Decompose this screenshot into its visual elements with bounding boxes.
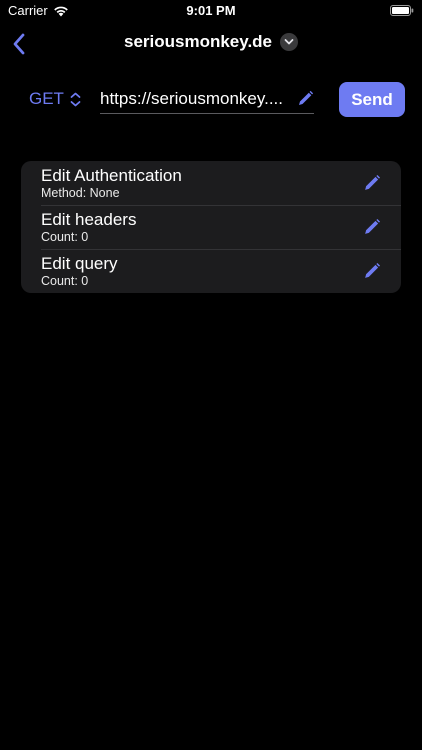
navigation-bar: seriousmonkey.de xyxy=(0,24,422,64)
method-label: GET xyxy=(29,89,64,108)
item-subtitle: Count: 0 xyxy=(41,274,89,288)
send-button[interactable]: Send xyxy=(339,82,405,117)
chevron-down-icon xyxy=(284,39,294,45)
pencil-icon[interactable] xyxy=(363,262,381,280)
item-subtitle: Count: 0 xyxy=(41,230,89,244)
pencil-icon[interactable] xyxy=(297,90,314,107)
url-value[interactable]: https://seriousmonkey.... xyxy=(100,89,290,109)
request-settings-list: Edit Authentication Method: None Edit he… xyxy=(21,161,401,293)
item-title: Edit query xyxy=(41,254,118,273)
list-item-edit-headers[interactable]: Edit headers Count: 0 xyxy=(21,205,401,249)
send-button-label: Send xyxy=(351,89,393,109)
nav-title: seriousmonkey.de xyxy=(123,32,273,51)
item-title: Edit Authentication xyxy=(41,166,182,185)
status-bar: Carrier 9:01 PM xyxy=(0,0,422,22)
item-title: Edit headers xyxy=(41,210,137,229)
pencil-icon[interactable] xyxy=(363,218,381,236)
url-field[interactable]: https://seriousmonkey.... xyxy=(100,86,314,114)
battery-icon xyxy=(390,5,414,16)
title-menu-button[interactable] xyxy=(280,33,299,51)
item-subtitle: Method: None xyxy=(41,186,120,200)
clock-time: 9:01 PM xyxy=(186,3,236,18)
nav-title-group: seriousmonkey.de xyxy=(0,32,422,52)
list-item-edit-query[interactable]: Edit query Count: 0 xyxy=(21,249,401,293)
up-down-chevron-icon xyxy=(70,92,81,106)
method-picker[interactable]: GET xyxy=(29,89,81,109)
pencil-icon[interactable] xyxy=(363,174,381,192)
request-row: GET https://seriousmonkey.... Send xyxy=(0,80,422,120)
list-item-edit-authentication[interactable]: Edit Authentication Method: None xyxy=(21,161,401,205)
